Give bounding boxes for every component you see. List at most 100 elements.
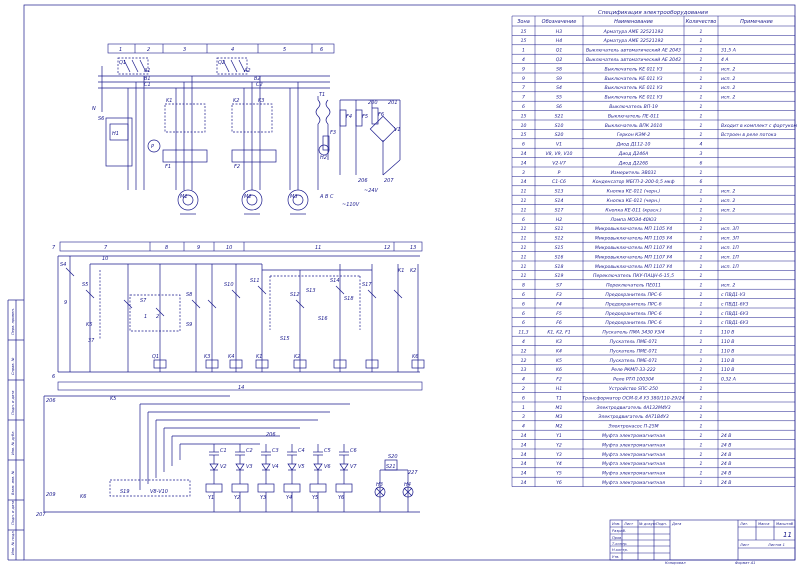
svg-text:S13: S13 <box>306 288 316 294</box>
spec-cell: H3 <box>556 29 562 35</box>
spec-cell: Предохранитель ПРС-6 <box>605 320 661 326</box>
spec-cell: 1 <box>522 48 525 54</box>
stamp-label: Подп. и дата <box>11 501 15 525</box>
spec-cell: 0,32 А <box>721 377 736 383</box>
svg-text:Т.контр.: Т.контр. <box>612 542 628 546</box>
spec-cell: 1 <box>700 395 703 401</box>
spec-cell: 110 В <box>721 330 734 336</box>
svg-text:Q2: Q2 <box>218 60 225 66</box>
spec-cell: 1 <box>700 433 703 439</box>
spec-cell: Конденсатор МБГП-2-200-0,5 мкф <box>592 179 674 185</box>
svg-text:14: 14 <box>238 385 244 391</box>
clutch-label: V6 <box>324 464 331 470</box>
spec-cell: Переключатель ПЕ011 <box>606 283 661 289</box>
spec-cell: 14 <box>521 433 527 439</box>
svg-text:V1: V1 <box>394 127 401 133</box>
spec-cell: с ПВД1-6У3 <box>721 311 748 317</box>
spec-cell: Арматура АМЕ 32521192 <box>603 38 664 44</box>
spec-cell: 1 <box>700 480 703 486</box>
stamp-label: Взам. инв. № <box>11 470 15 495</box>
spec-cell: Реле РКМП-33-222 <box>611 367 655 373</box>
svg-text:Листов 1: Листов 1 <box>767 543 785 547</box>
spec-cell: 1 <box>700 358 703 364</box>
spec-cell: Входит в комплект с фартуком <box>721 123 797 129</box>
spec-cell: Микровыключатель МП 1107 У4 <box>595 245 672 251</box>
svg-text:А2: А2 <box>243 68 251 74</box>
svg-text:М1: М1 <box>180 194 188 200</box>
spec-cell: 1 <box>700 461 703 467</box>
spec-cell: Муфта электромагнитная <box>602 471 665 477</box>
spec-cell: 24 В <box>721 471 731 477</box>
svg-text:K2: K2 <box>410 268 416 274</box>
title-block <box>609 519 796 561</box>
svg-text:K1: K1 <box>166 98 172 104</box>
spec-cell: S8 <box>556 66 562 72</box>
svg-text:F4: F4 <box>346 114 352 120</box>
spec-cell: Y4 <box>556 461 562 467</box>
stamp-label: Перв. примен. <box>11 308 15 335</box>
svg-text:S9: S9 <box>186 322 192 328</box>
clutch-label: Y3 <box>260 495 266 501</box>
svg-text:S15: S15 <box>280 336 290 342</box>
spec-cell: исп. 2 <box>721 66 735 72</box>
spec-cell: 11 <box>521 207 527 213</box>
svg-text:S21: S21 <box>386 464 396 470</box>
svg-text:2: 2 <box>147 47 150 53</box>
svg-text:S16: S16 <box>318 316 328 322</box>
svg-text:8: 8 <box>165 245 168 251</box>
spec-cell: исп. 3П <box>721 226 739 232</box>
svg-text:Формат А1: Формат А1 <box>735 561 755 565</box>
svg-text:1: 1 <box>119 47 122 53</box>
spec-cell: V8, V9, V10 <box>546 151 573 157</box>
spec-cell: 1 <box>700 264 703 270</box>
power-circuit: 1 2 3 4 5 6 Q1 Q2 А1 В1 С1 А2 В2 С2 М1 М… <box>92 43 401 215</box>
svg-text:207: 207 <box>384 178 394 184</box>
spec-cell: K6 <box>556 367 562 373</box>
spec-cell: исп. 2 <box>721 189 735 195</box>
spec-cell: 1 <box>700 339 703 345</box>
svg-text:K4: K4 <box>228 354 234 360</box>
spec-cell: 1 <box>700 367 703 373</box>
spec-cell: 9 <box>522 66 525 72</box>
svg-text:Н1: Н1 <box>112 131 119 137</box>
svg-text:K2: K2 <box>294 354 300 360</box>
spec-cell: 110 В <box>721 348 734 354</box>
spec-cell: 6 <box>522 395 525 401</box>
spec-cell: 9 <box>522 76 525 82</box>
spec-cell: 6 <box>522 104 525 110</box>
svg-text:201: 201 <box>388 100 398 106</box>
spec-cell: Выключатель автоматический АЕ 2043 <box>586 57 681 63</box>
spec-cell: 15 <box>521 38 527 44</box>
spec-cell: S16 <box>555 254 564 260</box>
clutch-label: Y1 <box>208 495 214 501</box>
svg-text:K3: K3 <box>204 354 210 360</box>
clutch-label: V5 <box>298 464 305 470</box>
svg-text:10: 10 <box>102 256 108 262</box>
svg-text:~110V: ~110V <box>342 202 360 208</box>
spec-cell: 1 <box>700 226 703 232</box>
svg-text:Q1: Q1 <box>152 354 159 360</box>
spec-cell: Встроен в реле потока <box>721 132 777 138</box>
svg-text:206: 206 <box>46 398 56 404</box>
spec-cell: 1 <box>700 386 703 392</box>
spec-cell: Муфта электромагнитная <box>602 452 665 458</box>
svg-text:227: 227 <box>408 470 418 476</box>
svg-text:Q1: Q1 <box>119 60 126 66</box>
spec-cell: 24 В <box>721 461 731 467</box>
svg-text:4: 4 <box>231 47 234 53</box>
svg-text:12: 12 <box>384 245 390 251</box>
spec-cell: 1 <box>700 48 703 54</box>
spec-cell: 4 <box>700 142 703 148</box>
svg-text:F6: F6 <box>378 112 384 118</box>
svg-text:S14: S14 <box>330 278 340 284</box>
spec-cell: S7 <box>556 283 562 289</box>
spec-cell: F2 <box>556 377 562 383</box>
spec-cell: 1 <box>700 292 703 298</box>
spec-cell: 8 <box>522 283 525 289</box>
spec-cell: 3 <box>522 414 525 420</box>
svg-text:V8-V10: V8-V10 <box>150 489 168 495</box>
spec-cell: 12 <box>521 348 527 354</box>
svg-text:Разраб.: Разраб. <box>612 529 626 533</box>
spec-cell: F6 <box>556 320 562 326</box>
svg-text:7: 7 <box>52 245 56 251</box>
